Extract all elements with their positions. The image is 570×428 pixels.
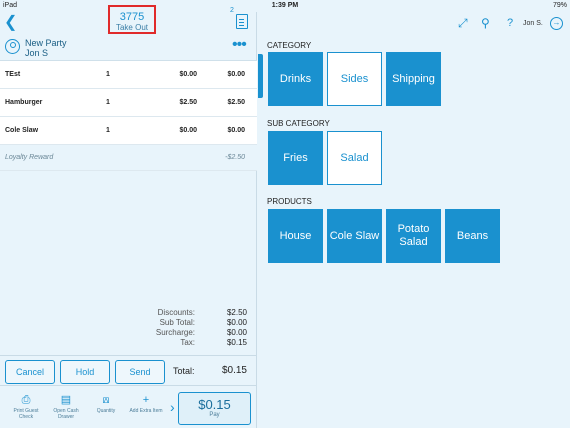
- product-cole-slaw[interactable]: Cole Slaw: [327, 209, 382, 263]
- subcategory-title: SUB CATEGORY: [267, 119, 330, 128]
- tax-value: $0.15: [226, 338, 247, 347]
- chevron-right-icon[interactable]: ›: [170, 399, 175, 415]
- quantity-icon: ⟎: [102, 394, 110, 406]
- order-panel: ❮ 3775 Take Out 2 New Party Jon S ••• TE…: [0, 5, 257, 428]
- product-house[interactable]: House: [268, 209, 323, 263]
- extra-label: Add Extra Item: [129, 408, 163, 414]
- logout-icon[interactable]: →: [550, 17, 563, 30]
- item-total: $0.00: [227, 71, 245, 78]
- order-type: Take Out: [115, 23, 148, 32]
- action-row: Cancel Hold Send Total: $0.15: [0, 355, 257, 385]
- pay-amount: $0.15: [198, 397, 231, 412]
- list-item[interactable]: TEst 1 $0.00 $0.00: [0, 61, 257, 89]
- pay-button[interactable]: $0.15 Pay: [178, 392, 251, 425]
- reward-row[interactable]: Loyalty Reward -$2.50: [0, 145, 257, 171]
- item-name: Hamburger: [5, 99, 43, 106]
- item-qty: 1: [106, 127, 110, 134]
- subtotal-value: $0.00: [226, 318, 247, 327]
- quantity-label: Quantity: [96, 408, 116, 414]
- total-label: Total:: [173, 366, 195, 376]
- print-icon: ⎙: [21, 394, 31, 406]
- help-icon[interactable]: ?: [507, 16, 513, 30]
- item-total: $0.00: [227, 127, 245, 134]
- bottom-toolbar: ⎙ Print Guest Check ▤ Open Cash Drawer ⟎…: [0, 385, 257, 428]
- drawer-label: Open Cash Drawer: [53, 408, 79, 420]
- category-shipping[interactable]: Shipping: [386, 52, 441, 106]
- totals-summary: Discounts: $2.50 Sub Total: $0.00 Surcha…: [0, 308, 257, 348]
- tax-label: Tax:: [180, 338, 195, 347]
- menu-panel: ⤢ ⚲ ? Jon S. → CATEGORY Drinks Sides Shi…: [258, 12, 570, 428]
- more-icon[interactable]: •••: [232, 37, 247, 53]
- order-header: ❮ 3775 Take Out 2: [0, 5, 257, 36]
- expand-icon[interactable]: ⤢: [458, 16, 468, 30]
- subcategory-salad[interactable]: Salad: [327, 131, 382, 185]
- subcategory-fries[interactable]: Fries: [268, 131, 323, 185]
- clock: 1:39 PM: [271, 2, 299, 9]
- party-name: New Party: [25, 38, 67, 48]
- product-beans[interactable]: Beans: [445, 209, 500, 263]
- category-title: CATEGORY: [267, 41, 312, 50]
- print-guest-check-button[interactable]: ⎙ Print Guest Check: [6, 394, 46, 420]
- item-qty: 1: [106, 71, 110, 78]
- category-drinks[interactable]: Drinks: [268, 52, 323, 106]
- send-button[interactable]: Send: [115, 360, 165, 384]
- sidebar-handle[interactable]: [258, 54, 263, 98]
- list-item[interactable]: Cole Slaw 1 $0.00 $0.00: [0, 117, 257, 145]
- receipt-icon[interactable]: [236, 14, 248, 29]
- item-price: $0.00: [179, 127, 197, 134]
- user-name[interactable]: Jon S.: [523, 20, 543, 27]
- hold-button[interactable]: Hold: [60, 360, 110, 384]
- list-item[interactable]: Hamburger 1 $2.50 $2.50: [0, 89, 257, 117]
- item-name: TEst: [5, 71, 21, 78]
- order-id-box[interactable]: 3775 Take Out: [108, 5, 156, 34]
- surcharge-label: Surcharge:: [155, 328, 195, 337]
- drawer-icon: ▤: [60, 394, 72, 406]
- quantity-button[interactable]: ⟎ Quantity: [86, 394, 126, 414]
- total-value: $0.15: [221, 365, 247, 376]
- receipt-count-badge: 2: [230, 7, 234, 14]
- item-total: $2.50: [227, 99, 245, 106]
- add-icon: +: [142, 394, 150, 406]
- status-bar: iPad 1:39 PM 79%: [0, 0, 570, 12]
- cancel-button[interactable]: Cancel: [5, 360, 55, 384]
- discounts-value: $2.50: [226, 308, 247, 317]
- item-price: $2.50: [179, 99, 197, 106]
- back-icon[interactable]: ❮: [4, 15, 17, 31]
- server-name: Jon S: [25, 48, 49, 58]
- top-toolbar: ⤢ ⚲ ? Jon S. →: [258, 15, 570, 33]
- discounts-label: Discounts:: [157, 308, 195, 317]
- category-sides[interactable]: Sides: [327, 52, 382, 106]
- add-extra-item-button[interactable]: + Add Extra Item: [126, 394, 166, 414]
- search-icon[interactable]: ⚲: [481, 16, 490, 30]
- item-price: $0.00: [179, 71, 197, 78]
- party-row[interactable]: New Party Jon S •••: [0, 37, 257, 61]
- avatar-icon: [5, 39, 20, 54]
- print-label: Print Guest Check: [13, 408, 39, 420]
- open-cash-drawer-button[interactable]: ▤ Open Cash Drawer: [46, 394, 86, 420]
- surcharge-value: $0.00: [226, 328, 247, 337]
- pay-label: Pay: [209, 412, 220, 418]
- product-potato-salad[interactable]: Potato Salad: [386, 209, 441, 263]
- item-name: Cole Slaw: [5, 127, 39, 134]
- order-number: 3775: [119, 11, 145, 23]
- battery-level: 79%: [552, 2, 567, 9]
- reward-amount: -$2.50: [225, 154, 245, 161]
- products-title: PRODUCTS: [267, 197, 312, 206]
- item-qty: 1: [106, 99, 110, 106]
- order-items-list: TEst 1 $0.00 $0.00 Hamburger 1 $2.50 $2.…: [0, 61, 257, 171]
- reward-name: Loyalty Reward: [5, 154, 54, 161]
- subtotal-label: Sub Total:: [159, 318, 195, 327]
